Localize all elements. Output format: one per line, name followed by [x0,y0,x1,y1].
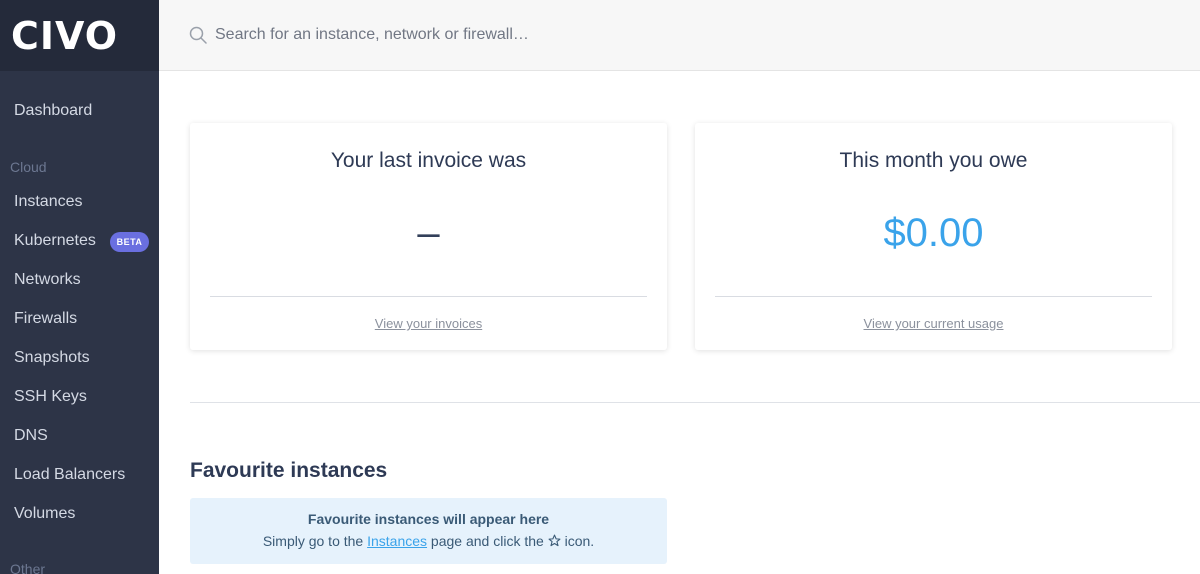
empty-state-text: Simply go to the Instances page and clic… [190,533,667,549]
beta-badge: BETA [110,232,149,252]
search-icon [189,26,207,44]
empty-state-text-before: Simply go to the [262,533,368,549]
card-title: This month you owe [839,149,1028,172]
sidebar-item-dashboard[interactable]: Dashboard [14,102,92,120]
empty-state-title: Favourite instances will appear here [307,511,550,527]
favourites-empty-state: Favourite instances will appear here Sim… [190,498,667,564]
sidebar-item-instances[interactable]: Instances [14,193,82,211]
sidebar-item-networks[interactable]: Networks [14,271,81,289]
sidebar-item-snapshots[interactable]: Snapshots [14,349,90,367]
sidebar: CIVO Dashboard Cloud Instances Kubernete… [0,0,159,574]
favourite-instances-heading: Favourite instances [190,459,388,482]
sidebar-section-cloud: Cloud [10,159,47,175]
sidebar-item-firewalls[interactable]: Firewalls [14,310,77,328]
sidebar-item-load-balancers[interactable]: Load Balancers [14,466,125,484]
civo-logo[interactable]: CIVO [11,17,118,55]
view-current-usage-link[interactable]: View your current usage [695,316,1172,331]
last-invoice-card: Your last invoice was – View your invoic… [190,123,667,350]
search-bar [159,0,1200,71]
search-input[interactable] [215,20,915,50]
card-divider [715,296,1152,297]
card-title: Your last invoice was [330,149,527,172]
sidebar-item-volumes[interactable]: Volumes [14,505,75,523]
empty-state-text-after: icon. [560,533,595,549]
star-icon [548,534,561,547]
empty-state-text-middle: page and click the [427,533,548,549]
instances-link[interactable]: Instances [367,533,427,549]
logo-area[interactable]: CIVO [0,0,159,71]
section-divider [190,402,1200,403]
view-invoices-link[interactable]: View your invoices [190,316,667,331]
current-usage-card: This month you owe $0.00 View your curre… [695,123,1172,350]
card-divider [210,296,647,297]
sidebar-item-ssh-keys[interactable]: SSH Keys [14,388,87,406]
sidebar-section-other: Other [10,561,46,574]
sidebar-item-dns[interactable]: DNS [14,427,48,445]
amount-owed-value: $0.00 [883,211,984,255]
last-invoice-value: – [417,211,440,255]
sidebar-item-kubernetes[interactable]: Kubernetes [14,232,96,250]
